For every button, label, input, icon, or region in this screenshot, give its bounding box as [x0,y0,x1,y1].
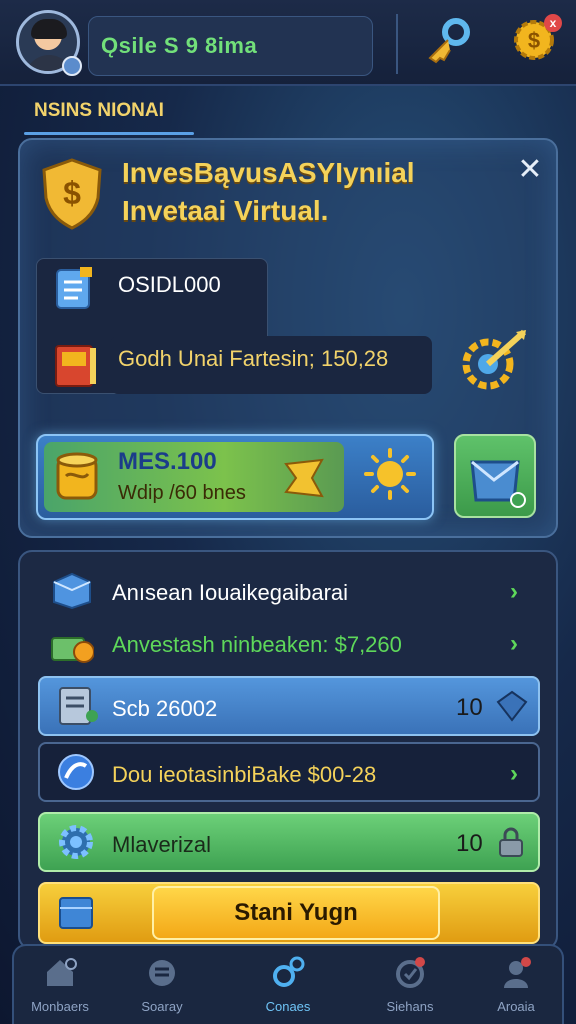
search-key-icon [273,956,305,987]
chevron-right-icon[interactable]: › [510,578,518,606]
key-icon[interactable] [422,14,474,66]
star-icon [284,458,324,498]
person-icon [504,957,531,988]
gear-icon [59,825,93,859]
blue-orb-icon [58,754,94,790]
header-divider [396,14,398,74]
plan-duration: Wdip /60 bnes [118,482,246,504]
panel-title-line1: InvesBąvusASYIynıial [122,157,415,188]
close-button[interactable]: ✕ [514,154,546,186]
svg-text:$: $ [528,28,540,53]
nav-label: Siehans [386,999,434,1014]
section-title: NSINS NIONAI [34,100,164,121]
invest-value: OSIDL000 [118,272,221,297]
ledger-icon [59,687,98,725]
nav-item-arena[interactable]: Aroaia [466,950,566,1020]
svg-text:$: $ [63,175,81,211]
panel-title: InvesBąvusASYIynıial Invetaai Virtual. [122,154,415,230]
panel-title-line2: Invetaai Virtual. [122,195,329,226]
plan-amount: MES.100 [118,448,217,475]
open-box-icon [470,460,526,508]
trophy-icon [396,957,425,988]
nav-label: Conaes [265,999,311,1014]
start-button[interactable]: Stani Yugn [152,886,440,940]
row5-count: 10 [456,830,483,857]
treasure-pot-icon [56,452,98,500]
document-icon [56,267,92,309]
row1-label[interactable]: Anısean Iouaikegaibarai [112,580,348,606]
player-name-pill: Ǫsile S 9 8ima [88,16,373,76]
cash-stack-icon [51,637,94,663]
coin-stack-icon [149,960,175,986]
row3-count: 10 [456,694,483,721]
row5-label: Mlaverizal [112,832,212,857]
nav-item-connect[interactable]: Conaes [238,950,338,1020]
row2-label[interactable]: Anvestash ninbeaken: $7,260 [112,632,402,658]
avatar-edit-badge[interactable] [62,56,82,76]
nav-item-members[interactable]: Monbaers [10,950,110,1020]
chevron-right-icon[interactable]: › [510,760,518,788]
nav-label: Soaray [141,999,183,1014]
lock-icon [499,827,523,857]
blue-crate-icon [59,897,93,929]
home-icon [47,958,77,986]
row4-label: Dou ieotasinbiBake $00-28 [112,762,377,787]
row3-label: Scb 26002 [112,696,218,721]
ledger-book-icon [55,345,96,387]
nav-item-summary[interactable]: Soaray [112,950,212,1020]
crate-icon [53,572,91,610]
chevron-right-icon[interactable]: › [510,630,518,658]
target-gear-icon[interactable] [452,328,530,394]
section-title-underline [24,132,194,135]
player-name: Ǫsile S 9 8ima [101,33,258,58]
shield-dollar-icon: $ [42,158,102,230]
gem-icon [496,690,528,722]
nav-item-stations[interactable]: Siehans [360,950,460,1020]
notification-badge: x [544,14,562,32]
open-box-button[interactable] [454,434,536,518]
sun-icon [364,448,416,500]
profit-value: Godh Unai Fartesin; 150,28 [118,346,389,371]
nav-label: Monbaers [31,999,89,1014]
nav-label: Aroaia [497,999,535,1014]
